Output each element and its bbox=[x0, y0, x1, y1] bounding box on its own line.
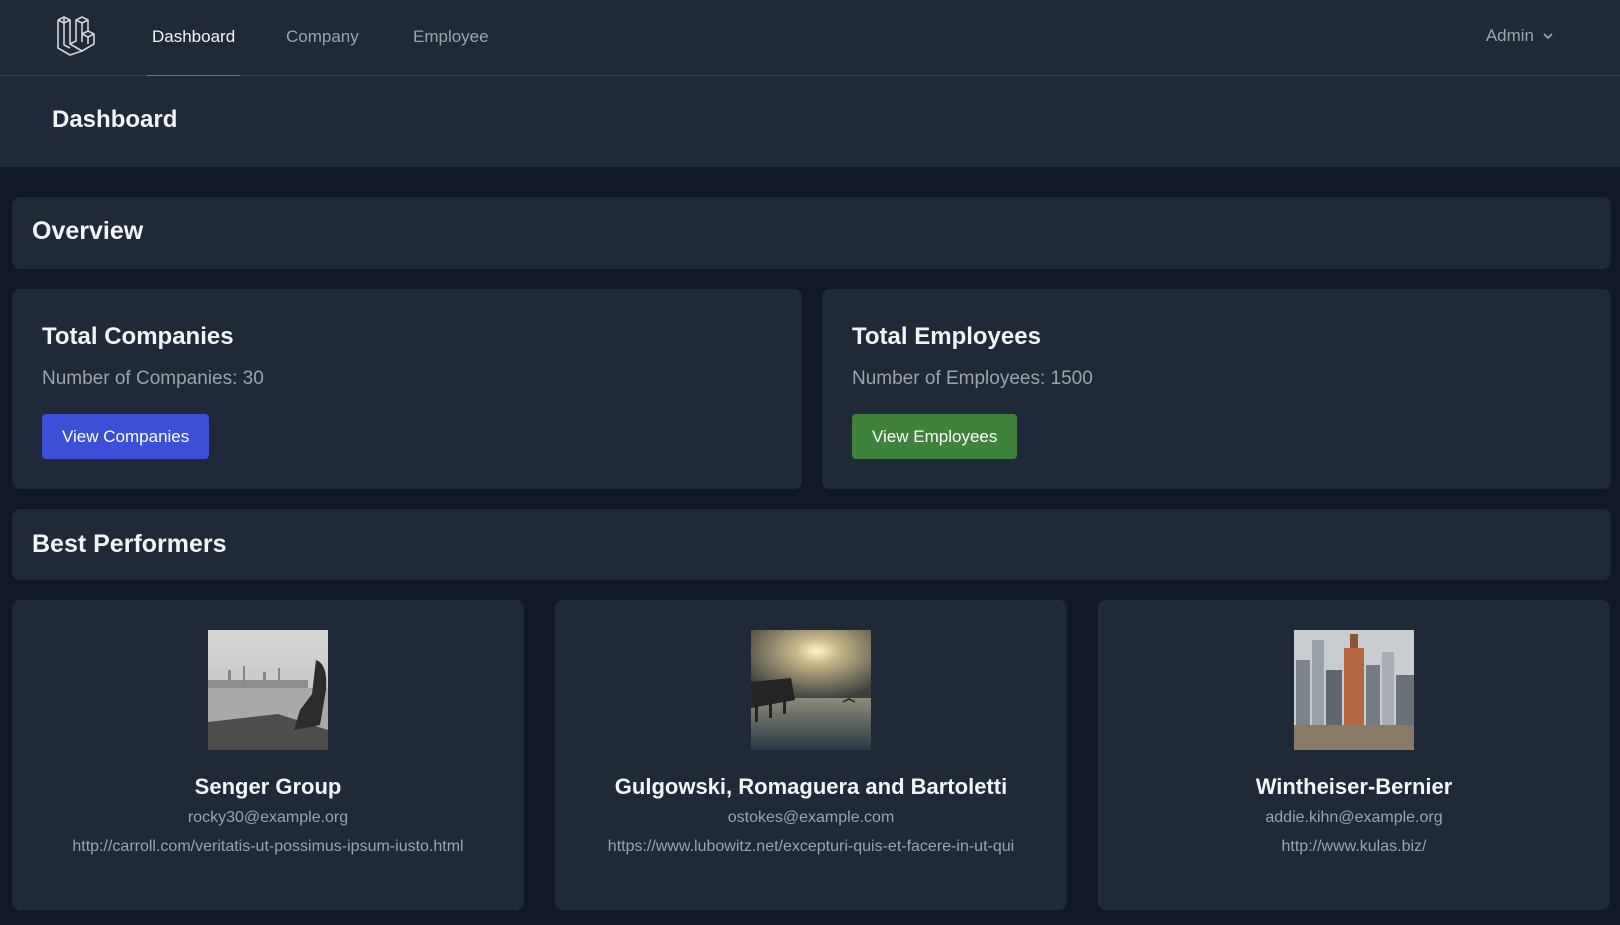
performer-card: Wintheiser-Bernier addie.kihn@example.or… bbox=[1098, 600, 1610, 910]
company-website: http://www.kulas.biz/ bbox=[1281, 838, 1427, 855]
chevron-down-icon bbox=[1543, 33, 1553, 40]
company-website: http://carroll.com/veritatis-ut-possimus… bbox=[72, 838, 464, 855]
user-dropdown[interactable]: Admin bbox=[1486, 0, 1554, 72]
overview-title: Overview bbox=[32, 217, 144, 245]
employees-count: Number of Employees: 1500 bbox=[852, 368, 1093, 389]
performer-card: Senger Group rocky30@example.org http://… bbox=[12, 600, 524, 910]
nav-link-dashboard[interactable]: Dashboard bbox=[146, 0, 241, 77]
company-image bbox=[751, 630, 871, 750]
employees-card-title: Total Employees bbox=[852, 323, 1041, 350]
company-email: ostokes@example.com bbox=[727, 809, 895, 826]
app-logo-icon[interactable] bbox=[54, 14, 98, 58]
employees-card: Total Employees Number of Employees: 150… bbox=[822, 289, 1611, 489]
page-header: Dashboard bbox=[0, 76, 1620, 167]
best-performers-title: Best Performers bbox=[32, 530, 227, 558]
company-email: rocky30@example.org bbox=[187, 809, 349, 826]
performer-card: Gulgowski, Romaguera and Bartoletti osto… bbox=[555, 600, 1067, 910]
company-email: addie.kihn@example.org bbox=[1265, 809, 1443, 826]
user-name: Admin bbox=[1485, 26, 1534, 45]
company-name: Wintheiser-Bernier bbox=[1255, 774, 1453, 799]
page-title: Dashboard bbox=[52, 106, 178, 133]
company-website: https://www.lubowitz.net/excepturi-quis-… bbox=[607, 838, 1015, 855]
overview-header: Overview bbox=[12, 197, 1611, 269]
company-name: Gulgowski, Romaguera and Bartoletti bbox=[614, 774, 1008, 799]
companies-card-title: Total Companies bbox=[42, 323, 234, 350]
nav-link-employee[interactable]: Employee bbox=[413, 0, 489, 76]
nav-link-company[interactable]: Company bbox=[286, 0, 359, 76]
top-navigation: Dashboard Company Employee Admin bbox=[0, 0, 1620, 77]
best-performers-header: Best Performers bbox=[12, 509, 1611, 580]
view-employees-button[interactable]: View Employees bbox=[852, 414, 1018, 459]
companies-count: Number of Companies: 30 bbox=[42, 368, 264, 389]
company-image bbox=[208, 630, 328, 750]
company-name: Senger Group bbox=[194, 774, 342, 799]
company-image bbox=[1294, 630, 1414, 750]
view-companies-button[interactable]: View Companies bbox=[42, 414, 210, 459]
companies-card: Total Companies Number of Companies: 30 … bbox=[12, 289, 802, 489]
